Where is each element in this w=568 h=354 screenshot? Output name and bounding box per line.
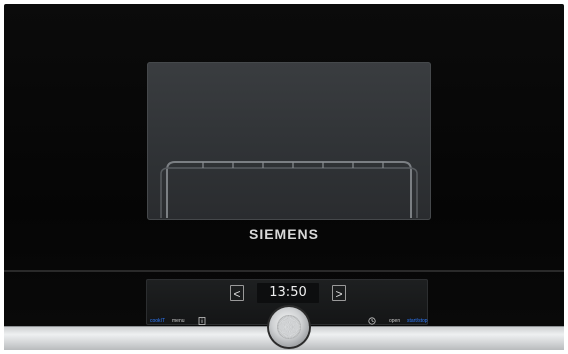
next-button[interactable]: >: [332, 285, 346, 301]
mode-button[interactable]: cookIT: [150, 318, 165, 325]
panel-divider: [4, 270, 564, 272]
start-stop-button[interactable]: start/stop: [407, 318, 428, 325]
rotary-knob-icon[interactable]: [269, 307, 309, 347]
oven-window: [147, 62, 431, 220]
menu-button[interactable]: menu: [172, 318, 185, 325]
brand-logo: SIEMENS: [248, 226, 319, 242]
time-display: 13:50: [257, 283, 319, 303]
info-icon[interactable]: [198, 317, 206, 325]
previous-button[interactable]: <: [230, 285, 244, 301]
wire-rack: [160, 161, 418, 218]
knob-center: [277, 315, 301, 339]
open-button[interactable]: open: [389, 318, 400, 325]
clock-icon[interactable]: [368, 317, 376, 325]
